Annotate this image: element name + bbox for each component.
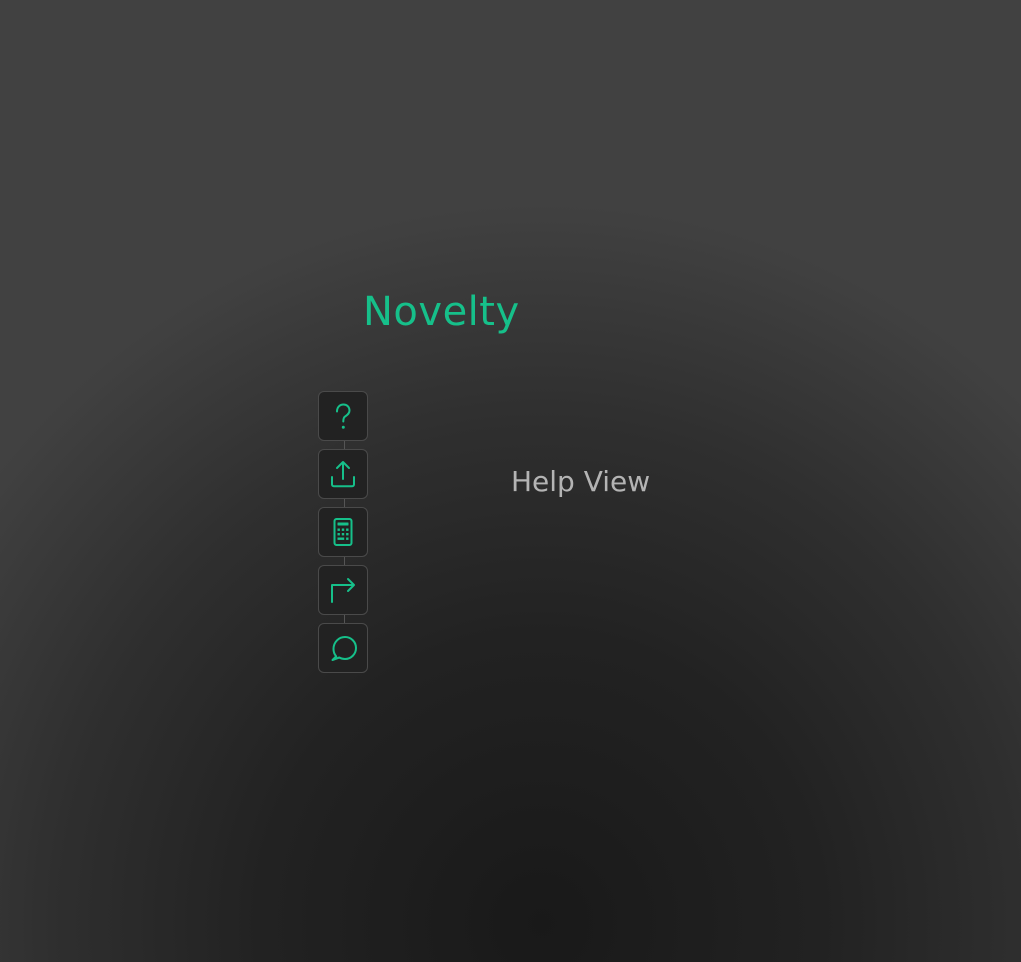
upload-button[interactable]	[318, 449, 368, 499]
help-button[interactable]	[318, 391, 368, 441]
current-view-label: Help View	[511, 465, 651, 498]
upload-icon	[331, 461, 355, 488]
calculator-button[interactable]	[318, 507, 368, 557]
calculator-icon	[333, 518, 353, 546]
chat-button[interactable]	[318, 623, 368, 673]
chat-bubble-icon	[331, 636, 357, 661]
forward-button[interactable]	[318, 565, 368, 615]
redirect-arrow-icon	[331, 578, 355, 603]
vertical-toolbar	[318, 391, 368, 673]
question-mark-icon	[336, 403, 351, 429]
app-title: Novelty	[363, 289, 520, 335]
